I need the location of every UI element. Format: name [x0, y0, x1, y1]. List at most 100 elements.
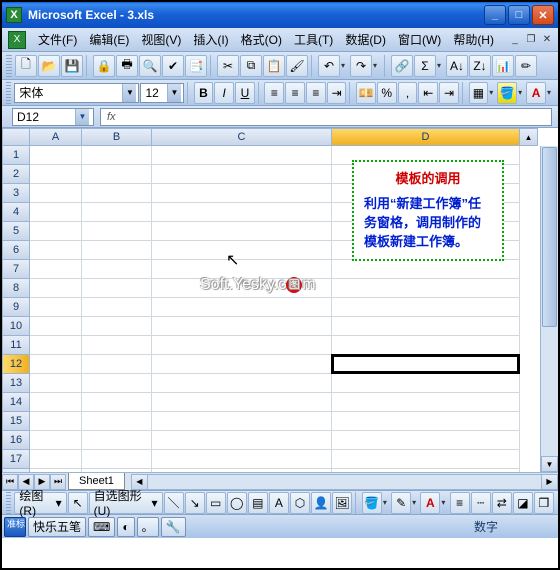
row-header[interactable]: 10	[2, 317, 30, 336]
rectangle-button[interactable]: ▭	[206, 492, 226, 514]
bold-button[interactable]: B	[194, 82, 214, 104]
tab-nav-next[interactable]: ▶	[34, 474, 50, 490]
row-header[interactable]: 8	[2, 279, 30, 298]
col-header-B[interactable]: B	[82, 128, 152, 146]
clipart-button[interactable]: 👤	[311, 492, 331, 514]
comma-button[interactable]: ,	[398, 82, 418, 104]
permission-button[interactable]: 🔒	[93, 55, 115, 77]
undo-button[interactable]: ↶	[318, 55, 340, 77]
shadow-button[interactable]: ◪	[513, 492, 533, 514]
toolbar-grip[interactable]	[6, 55, 12, 77]
menu-insert[interactable]: 插入(I)	[187, 31, 234, 48]
ime-punct-icon[interactable]: 。	[137, 517, 159, 537]
tab-nav-first[interactable]: ⏮	[2, 474, 18, 490]
row-header[interactable]: 15	[2, 412, 30, 431]
menu-edit[interactable]: 编辑(E)	[83, 31, 135, 48]
scroll-left-button[interactable]: ◀	[132, 475, 148, 489]
sort-asc-button[interactable]: A↓	[446, 55, 468, 77]
picture-button[interactable]: 🖼	[332, 492, 352, 514]
toolbar-grip[interactable]	[6, 492, 11, 514]
menu-data[interactable]: 数据(D)	[339, 31, 392, 48]
redo-button[interactable]: ↷	[350, 55, 372, 77]
arrow-style-button[interactable]: ⇄	[492, 492, 512, 514]
dropdown-icon[interactable]: ▼	[167, 84, 181, 102]
formula-input[interactable]: fx	[100, 108, 552, 126]
floating-textbox[interactable]: 模板的调用 利用“新建工作簿”任务窗格，调用制作的模板新建工作簿。	[352, 160, 504, 261]
scroll-down-button[interactable]: ▼	[541, 456, 558, 472]
fill-color-draw-button[interactable]: 🪣	[362, 492, 382, 514]
row-header[interactable]: 14	[2, 393, 30, 412]
menu-view[interactable]: 视图(V)	[135, 31, 187, 48]
dropdown-icon[interactable]: ▼	[122, 84, 136, 102]
sheet-tab[interactable]: Sheet1	[68, 473, 125, 490]
chart-button[interactable]: 📊	[492, 55, 514, 77]
menu-window[interactable]: 窗口(W)	[392, 31, 447, 48]
doc-minimize-button[interactable]: _	[508, 33, 522, 47]
threed-button[interactable]: ❒	[534, 492, 554, 514]
cells-area[interactable]: 1 2 3 4 5 6 7 8 9 10 11 12 13 14 15 16 1…	[2, 146, 558, 472]
save-button[interactable]: 💾	[61, 55, 83, 77]
close-button[interactable]: ✕	[532, 5, 554, 25]
row-header[interactable]: 5	[2, 222, 30, 241]
copy-button[interactable]: ⧉	[240, 55, 262, 77]
research-button[interactable]: 📑	[185, 55, 207, 77]
wordart-button[interactable]: A	[269, 492, 289, 514]
menu-tools[interactable]: 工具(T)	[288, 31, 339, 48]
row-header[interactable]: 7	[2, 260, 30, 279]
row-header[interactable]: 2	[2, 165, 30, 184]
doc-close-button[interactable]: ✕	[540, 33, 554, 47]
paste-button[interactable]: 📋	[263, 55, 285, 77]
name-box[interactable]: D12 ▼	[12, 108, 94, 126]
spelling-button[interactable]: ✔	[162, 55, 184, 77]
col-header-D[interactable]: D	[332, 128, 520, 146]
row-header[interactable]: 9	[2, 298, 30, 317]
line-style-button[interactable]: ≡	[450, 492, 470, 514]
scrollbar-thumb[interactable]	[542, 147, 557, 327]
hyperlink-button[interactable]: 🔗	[391, 55, 413, 77]
tab-nav-last[interactable]: ⏭	[50, 474, 66, 490]
print-button[interactable]: 🖶	[116, 55, 138, 77]
horizontal-scrollbar[interactable]: ◀ ▶	[131, 474, 558, 490]
draw-menu[interactable]: 绘图(R)▾	[14, 492, 66, 514]
ime-softkbd-icon[interactable]: 🔧	[161, 517, 186, 537]
percent-button[interactable]: %	[377, 82, 397, 104]
row-header[interactable]: 13	[2, 374, 30, 393]
ime-toggle-button[interactable]: 标准	[4, 517, 26, 537]
minimize-button[interactable]: _	[484, 5, 506, 25]
menu-format[interactable]: 格式(O)	[235, 31, 288, 48]
row-header[interactable]: 6	[2, 241, 30, 260]
currency-button[interactable]: 💴	[356, 82, 376, 104]
diagram-button[interactable]: ⬡	[290, 492, 310, 514]
oval-button[interactable]: ◯	[227, 492, 247, 514]
drawing-toggle-button[interactable]: ✏	[515, 55, 537, 77]
row-header[interactable]: 1	[2, 146, 30, 165]
ime-fullwidth-icon[interactable]: ◐	[117, 517, 134, 537]
align-center-button[interactable]: ≡	[285, 82, 305, 104]
fx-icon[interactable]: fx	[101, 111, 122, 123]
select-all-corner[interactable]	[2, 128, 30, 146]
font-color-button[interactable]: A	[526, 82, 546, 104]
font-name-combo[interactable]: 宋体 ▼	[14, 83, 139, 103]
textbox-button[interactable]: ▤	[248, 492, 268, 514]
row-header[interactable]: 3	[2, 184, 30, 203]
scroll-right-button[interactable]: ▶	[541, 475, 557, 489]
row-header[interactable]: 12	[2, 355, 30, 374]
arrow-button[interactable]: ↘	[185, 492, 205, 514]
align-right-button[interactable]: ≡	[306, 82, 326, 104]
cut-button[interactable]: ✂	[217, 55, 239, 77]
maximize-button[interactable]: □	[508, 5, 530, 25]
autoshapes-menu[interactable]: 自选图形(U)▾	[89, 492, 163, 514]
autosum-button[interactable]: Σ	[414, 55, 436, 77]
open-button[interactable]: 📂	[38, 55, 60, 77]
borders-button[interactable]: ▦	[469, 82, 489, 104]
sort-desc-button[interactable]: Z↓	[469, 55, 491, 77]
row-header[interactable]: 11	[2, 336, 30, 355]
col-header-C[interactable]: C	[152, 128, 332, 146]
row-header[interactable]: 18	[2, 469, 30, 472]
tab-nav-prev[interactable]: ◀	[18, 474, 34, 490]
decrease-indent-button[interactable]: ⇤	[418, 82, 438, 104]
font-color-draw-button[interactable]: A	[420, 492, 440, 514]
italic-button[interactable]: I	[214, 82, 234, 104]
doc-restore-button[interactable]: ❐	[524, 33, 538, 47]
ime-name[interactable]: 快乐五笔	[28, 517, 86, 537]
